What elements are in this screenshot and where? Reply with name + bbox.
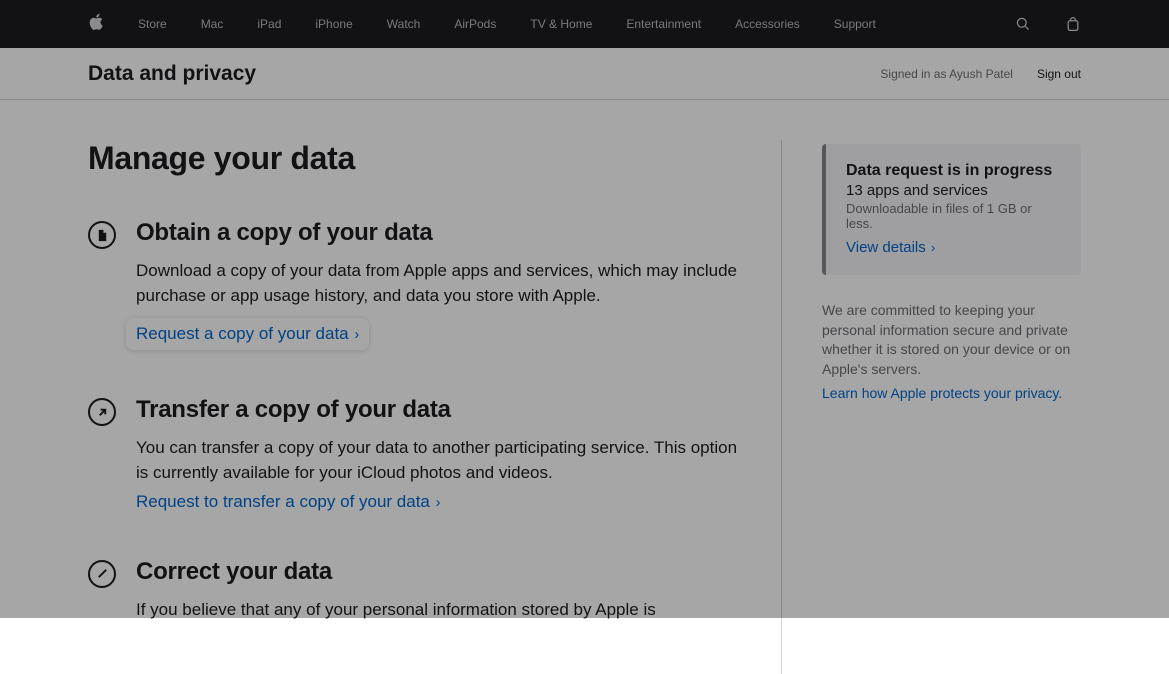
obtain-body: Download a copy of your data from Apple … bbox=[136, 259, 741, 308]
notice-detail: Downloadable in files of 1 GB or less. bbox=[846, 201, 1061, 231]
search-icon[interactable] bbox=[1015, 16, 1031, 32]
sign-out-link[interactable]: Sign out bbox=[1037, 67, 1081, 81]
nav-store[interactable]: Store bbox=[138, 17, 167, 31]
global-nav: Store Mac iPad iPhone Watch AirPods TV &… bbox=[0, 0, 1169, 48]
nav-airpods[interactable]: AirPods bbox=[454, 17, 496, 31]
nav-tv-home[interactable]: TV & Home bbox=[530, 17, 592, 31]
signed-in-label: Signed in as Ayush Patel bbox=[880, 67, 1013, 81]
chevron-right-icon: › bbox=[436, 495, 441, 511]
correct-heading: Correct your data bbox=[136, 558, 656, 586]
learn-privacy-link[interactable]: Learn how Apple protects your privacy. bbox=[822, 385, 1062, 401]
chevron-right-icon: › bbox=[931, 240, 935, 255]
apple-logo-icon[interactable] bbox=[88, 13, 104, 36]
notice-subtitle: 13 apps and services bbox=[846, 182, 1061, 199]
obtain-heading: Obtain a copy of your data bbox=[136, 219, 741, 247]
pencil-icon bbox=[88, 560, 116, 588]
document-icon bbox=[88, 221, 116, 249]
nav-iphone[interactable]: iPhone bbox=[315, 17, 352, 31]
commitment-text: We are committed to keeping your persona… bbox=[822, 301, 1081, 379]
sidebar: Data request is in progress 13 apps and … bbox=[781, 140, 1081, 674]
correct-body: If you believe that any of your personal… bbox=[136, 598, 656, 623]
notice-title: Data request is in progress bbox=[846, 162, 1061, 180]
section-transfer: Transfer a copy of your data You can tra… bbox=[88, 396, 741, 511]
subheader: Data and privacy Signed in as Ayush Pate… bbox=[0, 48, 1169, 100]
transfer-body: You can transfer a copy of your data to … bbox=[136, 436, 741, 485]
nav-entertainment[interactable]: Entertainment bbox=[626, 17, 701, 31]
progress-notice: Data request is in progress 13 apps and … bbox=[822, 144, 1081, 275]
view-details-link[interactable]: View details › bbox=[846, 239, 935, 256]
arrow-up-right-icon bbox=[88, 398, 116, 426]
nav-ipad[interactable]: iPad bbox=[257, 17, 281, 31]
page-title: Manage your data bbox=[88, 140, 741, 177]
transfer-heading: Transfer a copy of your data bbox=[136, 396, 741, 424]
section-obtain: Obtain a copy of your data Download a co… bbox=[88, 219, 741, 350]
chevron-right-icon: › bbox=[354, 327, 359, 343]
subheader-title: Data and privacy bbox=[88, 62, 256, 86]
nav-watch[interactable]: Watch bbox=[387, 17, 421, 31]
nav-mac[interactable]: Mac bbox=[201, 17, 224, 31]
nav-accessories[interactable]: Accessories bbox=[735, 17, 800, 31]
request-transfer-link[interactable]: Request to transfer a copy of your data … bbox=[136, 492, 440, 512]
request-copy-link[interactable]: Request a copy of your data › bbox=[136, 324, 359, 344]
bag-icon[interactable] bbox=[1065, 16, 1081, 32]
nav-support[interactable]: Support bbox=[834, 17, 876, 31]
